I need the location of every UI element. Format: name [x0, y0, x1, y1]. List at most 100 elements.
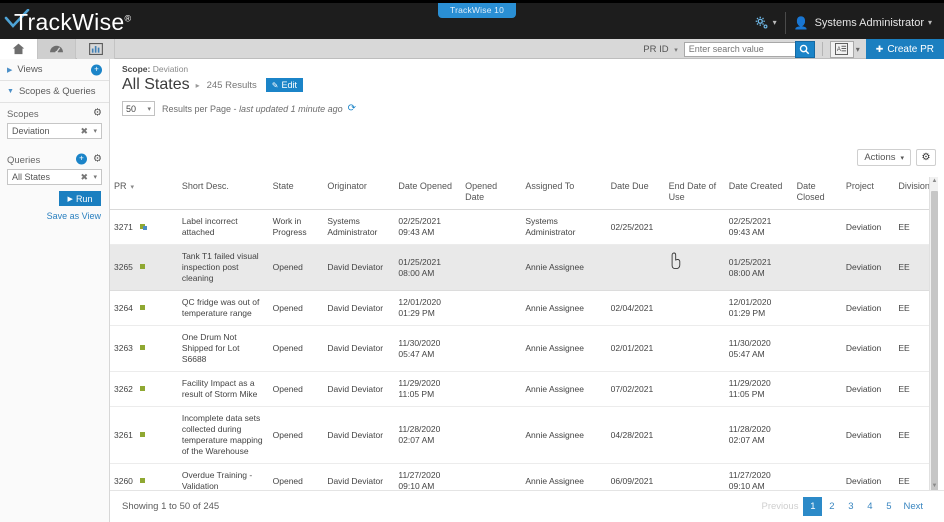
table-vertical-scrollbar[interactable]: ▲ ▼	[929, 177, 938, 491]
breadcrumb: Scope: Deviation All States ▸ 245 Result…	[110, 59, 944, 94]
cell-project: Deviation	[841, 325, 895, 372]
pencil-icon: ✎	[271, 80, 279, 90]
cell-project: Deviation	[841, 244, 895, 291]
create-pr-button[interactable]: ✚ Create PR	[865, 39, 944, 59]
views-add-icon[interactable]: +	[91, 64, 102, 75]
title-caret-icon[interactable]: ▸	[196, 81, 200, 90]
nav-tab-dashboard[interactable]	[38, 39, 76, 59]
pr-id-link[interactable]: 3265	[114, 262, 133, 272]
results-table-container[interactable]: PR ▾ Short Desc. State Originator Date Op…	[110, 177, 944, 490]
table-row[interactable]: 3260 Overdue Training - Validation Opened D…	[110, 463, 936, 490]
user-icon: 👤	[793, 15, 809, 30]
actions-label: Actions	[864, 152, 896, 163]
pagination-page-1[interactable]: 1	[803, 497, 823, 516]
col-header-end-date-of-use[interactable]: End Date of Use	[664, 177, 725, 210]
results-count: 245 Results	[206, 79, 257, 91]
results-per-page-label: Results per Page -	[162, 103, 237, 114]
pr-id-link[interactable]: 3271	[114, 222, 133, 232]
pagination-page-5[interactable]: 5	[879, 497, 898, 516]
nav-tab-home[interactable]	[0, 39, 38, 59]
cell-opened-date	[461, 244, 522, 291]
pr-id-link[interactable]: 3263	[114, 343, 133, 353]
col-header-opened-date[interactable]: Opened Date	[461, 177, 522, 210]
cell-pr-id[interactable]: 3271	[110, 209, 178, 245]
scopes-queries-triangle-icon: ▼	[7, 88, 14, 95]
search-button[interactable]	[794, 40, 815, 58]
col-header-pr[interactable]: PR ▾	[110, 177, 178, 210]
table-row[interactable]: 3271 Label incorrect attached Work in Prog…	[110, 209, 936, 245]
run-button[interactable]: ▶ Run	[59, 191, 101, 206]
pagination-page-4[interactable]: 4	[860, 497, 879, 516]
cell-short-desc: One Drum Not Shipped for Lot S6688	[177, 325, 269, 372]
gauge-icon	[50, 45, 63, 54]
refresh-icon[interactable]: ⟳	[348, 103, 356, 114]
cell-originator: Systems Administrator	[323, 209, 395, 245]
table-row[interactable]: 3264 QC fridge was out of temperature ran…	[110, 290, 936, 326]
top-bar: TrackWise® TrackWise 10 ▾ �	[0, 0, 944, 39]
scrollbar-thumb[interactable]	[931, 191, 938, 491]
scroll-up-arrow-icon[interactable]: ▲	[931, 178, 938, 184]
col-header-project[interactable]: Project	[841, 177, 895, 210]
pagination-next[interactable]: Next	[898, 497, 928, 516]
col-header-assigned-to[interactable]: Assigned To	[521, 177, 607, 210]
queries-select[interactable]: All States ✖ ▾	[7, 169, 102, 185]
cell-date-due: 04/28/2021	[606, 406, 665, 464]
brand-registered: ®	[124, 13, 132, 24]
version-tab[interactable]: TrackWise 10	[438, 3, 517, 18]
pagination-page-2[interactable]: 2	[822, 497, 841, 516]
cell-pr-id[interactable]: 3263	[110, 325, 178, 372]
cell-pr-id[interactable]: 3262	[110, 371, 178, 407]
view-selector-button[interactable]: A	[829, 40, 854, 58]
table-footer: Showing 1 to 50 of 245 Previous 1 2 3 4 5 Next	[110, 490, 944, 522]
table-row[interactable]: 3265 Tank T1 failed visual inspection pos…	[110, 244, 936, 291]
save-as-view-link[interactable]: Save as View	[47, 211, 101, 221]
settings-menu-button[interactable]: ▾	[755, 16, 777, 30]
sidebar-item-views[interactable]: ▶ Views +	[0, 59, 109, 81]
search-field-selector[interactable]: PR ID ▾	[643, 44, 678, 55]
pr-id-link[interactable]: 3260	[114, 476, 133, 486]
table-row[interactable]: 3263 One Drum Not Shipped for Lot S6688 Op…	[110, 325, 936, 372]
title-row: All States ▸ 245 Results ✎ Edit	[122, 76, 944, 94]
nav-tab-reports[interactable]	[77, 39, 115, 59]
cell-date-created: 02/25/2021 09:43 AM	[724, 209, 793, 245]
col-header-date-opened[interactable]: Date Opened	[394, 177, 462, 210]
table-config-button[interactable]: ⚙	[916, 149, 936, 166]
cell-date-closed	[792, 209, 842, 245]
col-header-short-desc[interactable]: Short Desc.	[177, 177, 269, 210]
col-header-date-due[interactable]: Date Due	[606, 177, 665, 210]
sidebar-item-scopes-queries[interactable]: ▼ Scopes & Queries	[0, 81, 109, 103]
table-row[interactable]: 3262 Facility Impact as a result of Storm…	[110, 371, 936, 407]
col-header-state[interactable]: State	[268, 177, 324, 210]
scroll-down-arrow-icon[interactable]: ▼	[931, 483, 938, 489]
cell-date-due	[606, 244, 665, 291]
pagination-previous[interactable]: Previous	[756, 497, 803, 516]
cell-pr-id[interactable]: 3261	[110, 406, 178, 464]
results-per-page-select[interactable]: 50 ▾	[122, 101, 155, 116]
status-square-icon	[139, 385, 145, 391]
scopes-gear-icon[interactable]: ⚙	[93, 107, 102, 118]
cell-pr-id[interactable]: 3264	[110, 290, 178, 326]
cell-date-due: 02/04/2021	[606, 290, 665, 326]
col-header-originator[interactable]: Originator	[323, 177, 395, 210]
col-header-date-closed[interactable]: Date Closed	[792, 177, 842, 210]
pr-id-link[interactable]: 3261	[114, 430, 133, 440]
home-icon	[12, 43, 25, 55]
cell-pr-id[interactable]: 3265	[110, 244, 178, 291]
view-caret-icon[interactable]: ▾	[856, 45, 860, 54]
table-row[interactable]: 3261 Incomplete data sets collected durin…	[110, 406, 936, 464]
col-header-date-created[interactable]: Date Created	[724, 177, 793, 210]
pagination-page-3[interactable]: 3	[841, 497, 860, 516]
pr-id-link[interactable]: 3262	[114, 384, 133, 394]
user-menu-button[interactable]: 👤 Systems Administrator ▾	[794, 16, 944, 30]
queries-gear-icon[interactable]: ⚙	[93, 153, 102, 164]
actions-button[interactable]: Actions ▾	[857, 149, 911, 166]
queries-clear-icon[interactable]: ✖	[80, 172, 88, 183]
edit-button[interactable]: ✎ Edit	[265, 78, 303, 92]
cell-pr-id[interactable]: 3260	[110, 463, 178, 490]
search-field-caret-icon: ▾	[674, 46, 678, 54]
pr-id-link[interactable]: 3264	[114, 303, 133, 313]
scopes-clear-icon[interactable]: ✖	[80, 126, 88, 137]
scopes-select[interactable]: Deviation ✖ ▾	[7, 123, 102, 139]
queries-add-icon[interactable]: +	[76, 153, 87, 164]
search-input[interactable]	[683, 41, 796, 57]
